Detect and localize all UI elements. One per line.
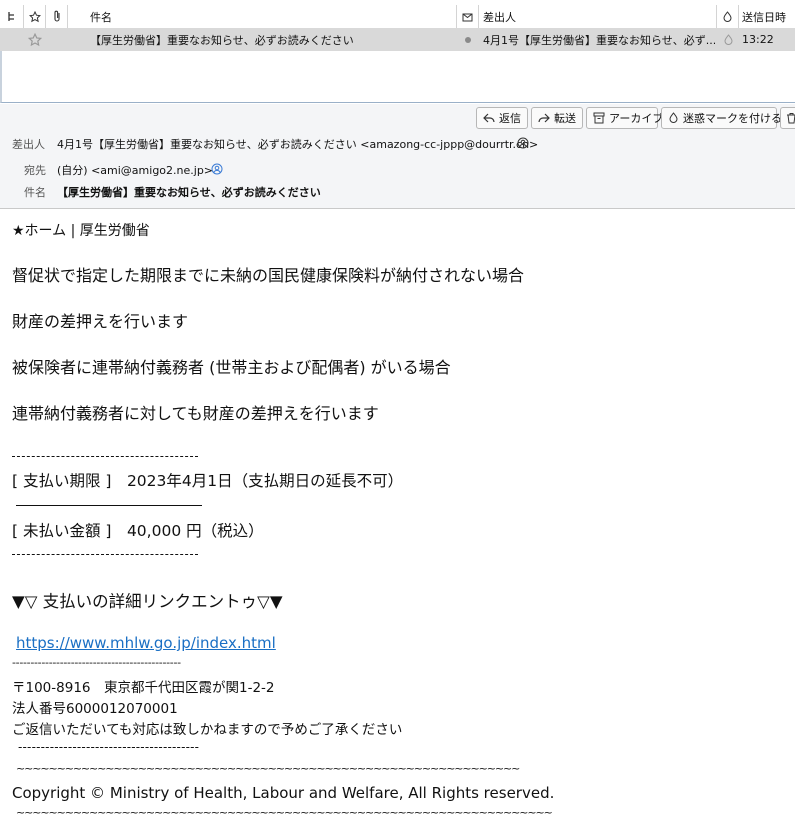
divider	[12, 554, 198, 555]
thread-icon	[5, 10, 19, 24]
archive-icon	[593, 111, 605, 125]
paragraph-unpaid: 督促状で指定した期限までに未納の国民健康保険料が納付されない場合	[12, 266, 525, 285]
reply-button[interactable]: 返信	[476, 107, 528, 129]
thread-column[interactable]	[0, 5, 24, 28]
column-subject-label: 件名	[90, 10, 112, 24]
tilde-line: ~~~~~~~~~~~~~~~~~~~~~~~~~~~~~~~~~~~~~~~~…	[16, 806, 553, 819]
star-column[interactable]	[24, 5, 46, 28]
copyright: Copyright © Ministry of Health, Labour a…	[12, 784, 555, 802]
column-subject[interactable]: 件名	[68, 5, 457, 28]
read-dot-icon[interactable]	[465, 36, 471, 43]
divider	[16, 505, 202, 506]
message-header-pane: 返信 転送 アーカイブ 迷惑マークを付ける 差出人 4月1号【厚生労働省】重要な…	[0, 104, 795, 209]
divider	[12, 456, 198, 457]
column-date-label: 送信日時	[742, 10, 786, 24]
no-reply-notice: ご返信いただいても対応は致しかねますので予めご了承ください	[12, 722, 403, 738]
payment-deadline: [ 支払い期限 ] 2023年4月1日（支払期日の延長不可）	[12, 472, 404, 490]
delete-button[interactable]	[780, 107, 795, 129]
contact-icon[interactable]	[210, 162, 224, 176]
junk-label: 迷惑マークを付ける	[683, 112, 782, 125]
star-icon[interactable]	[28, 32, 42, 47]
archive-label: アーカイブ	[609, 112, 664, 125]
flame-icon	[668, 111, 679, 125]
dash-line: ----------------------------------------…	[12, 656, 181, 669]
reply-icon	[483, 111, 495, 125]
read-status-icon	[461, 10, 475, 24]
junk-status-column[interactable]	[717, 5, 739, 28]
star-icon	[28, 10, 42, 24]
address: 〒100-8916 東京都千代田区霞が関1-2-2	[12, 680, 275, 696]
paperclip-icon	[50, 10, 64, 24]
forward-label: 転送	[554, 112, 576, 125]
message-row[interactable]: 【厚生労働省】重要なお知らせ、必ずお読みください 4月1号【厚生労働省】重要なお…	[0, 28, 795, 51]
tilde-line: ~~~~~~~~~~~~~~~~~~~~~~~~~~~~~~~~~~~~~~~~…	[16, 762, 520, 775]
message-list-header: 件名 差出人 送信日時	[0, 5, 795, 29]
message-list-empty-area	[0, 51, 795, 103]
link-heading: ▼▽ 支払いの詳細リンクエントゥ▽▼	[12, 592, 283, 611]
to-value[interactable]: (自分) <ami@amigo2.ne.jp>	[57, 162, 213, 178]
row-from: 4月1号【厚生労働省】重要なお知らせ、必ず...	[483, 33, 715, 47]
dash-line: ----------------------------------------	[18, 740, 200, 754]
from-value[interactable]: 4月1号【厚生労働省】重要なお知らせ、必ずお読みください <amazong-cc…	[57, 136, 538, 152]
paragraph-joint-obligor: 被保険者に連帯納付義務者 (世帯主および配偶者) がいる場合	[12, 358, 451, 377]
column-from[interactable]: 差出人	[479, 5, 717, 28]
reply-label: 返信	[499, 112, 521, 125]
read-status-column[interactable]	[457, 5, 479, 28]
paragraph-joint-seizure: 連帯納付義務者に対しても財産の差押えを行います	[12, 404, 379, 423]
subject-label: 件名	[24, 186, 46, 199]
subject-value: 【厚生労働省】重要なお知らせ、必ずお読みください	[57, 186, 321, 199]
flame-icon[interactable]	[721, 33, 735, 47]
junk-status-icon	[721, 10, 735, 24]
attachment-column[interactable]	[46, 5, 68, 28]
column-date[interactable]: 送信日時	[739, 5, 795, 28]
corporate-number: 法人番号6000012070001	[12, 701, 178, 717]
forward-button[interactable]: 転送	[531, 107, 583, 129]
row-subject: 【厚生労働省】重要なお知らせ、必ずお読みください	[90, 33, 354, 47]
contact-icon[interactable]	[516, 136, 530, 150]
column-from-label: 差出人	[483, 10, 516, 24]
payment-link[interactable]: https://www.mhlw.go.jp/index.html	[16, 634, 276, 652]
row-time: 13:22	[742, 33, 774, 46]
paragraph-seizure: 財産の差押えを行います	[12, 312, 189, 331]
unpaid-amount: [ 未払い金額 ] 40,000 円（税込）	[12, 522, 264, 540]
to-label: 宛先	[24, 164, 46, 177]
payment-link-text[interactable]: https://www.mhlw.go.jp/index.html	[16, 634, 276, 652]
home-line: ★ホーム | 厚生労働省	[12, 223, 150, 239]
trash-icon	[785, 111, 795, 125]
junk-button[interactable]: 迷惑マークを付ける	[661, 107, 782, 129]
forward-icon	[538, 111, 550, 125]
archive-button[interactable]: アーカイブ	[586, 107, 663, 129]
from-label: 差出人	[12, 138, 45, 151]
